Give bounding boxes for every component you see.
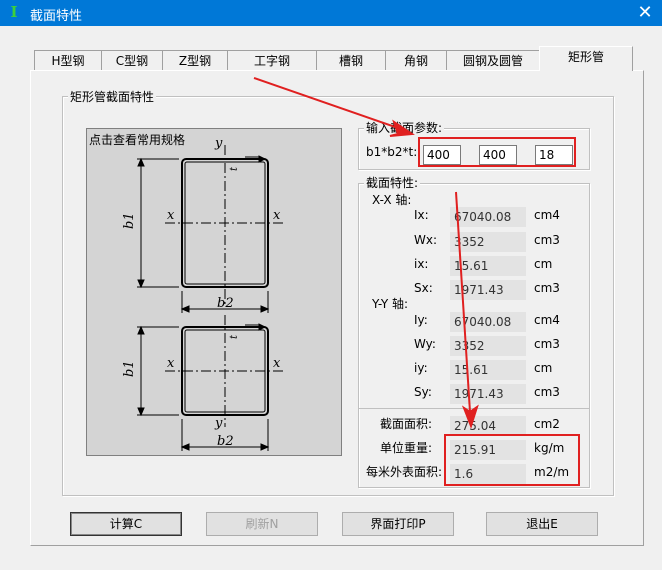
props-divider — [359, 408, 589, 409]
dim-t-bottom: t — [229, 334, 240, 339]
tab-c-steel[interactable]: C型钢 — [101, 50, 163, 70]
b1b2t-label: b1*b2*t: — [366, 145, 418, 159]
ix-label: Ix: — [414, 208, 429, 222]
dim-b2-top: b2 — [217, 296, 234, 311]
area-unit: cm2 — [534, 417, 560, 431]
sx-unit: cm3 — [534, 281, 560, 295]
app-icon: I — [10, 3, 18, 21]
ix-value: 67040.08 — [450, 207, 526, 227]
iy-value: 67040.08 — [450, 312, 526, 332]
section-props-title: 截面特性: — [364, 176, 421, 190]
print-button[interactable]: 界面打印P — [342, 512, 454, 536]
wx-unit: cm3 — [534, 233, 560, 247]
sy-label: Sy: — [414, 385, 432, 399]
axis-y-top: y — [214, 136, 223, 151]
wx-label: Wx: — [414, 233, 438, 247]
ix-unit: cm4 — [534, 208, 560, 222]
tab-rect-tube[interactable]: 矩形管 — [539, 46, 633, 71]
area-label: 截面面积: — [380, 417, 433, 431]
window-title: 截面特性 — [30, 9, 83, 24]
section-figure[interactable]: 点击查看常用规格 y x x b1 b2 t x x b1 y b2 t — [86, 128, 342, 456]
yy-axis-label: Y-Y 轴: — [372, 297, 409, 311]
sx-value: 1971.43 — [450, 280, 526, 300]
area-value: 275.04 — [450, 416, 526, 436]
close-button[interactable]: ✕ — [634, 3, 656, 23]
surface-label: 每米外表面积: — [366, 465, 443, 479]
iy-radius-label: iy: — [414, 361, 428, 375]
annotation-box-input — [418, 137, 576, 167]
tab-z-steel[interactable]: Z型钢 — [162, 50, 228, 70]
wy-unit: cm3 — [534, 337, 560, 351]
axis-y-bottom: y — [214, 416, 223, 431]
iy-unit: cm4 — [534, 313, 560, 327]
dim-b1-top: b1 — [122, 212, 137, 229]
axis-x-right: x — [273, 208, 281, 223]
annotation-box-result — [444, 434, 580, 486]
tab-round[interactable]: 圆钢及圆管 — [446, 50, 540, 70]
axis-x-right-2: x — [273, 356, 281, 371]
dim-b2-bottom: b2 — [217, 434, 234, 449]
sy-value: 1971.43 — [450, 384, 526, 404]
ix-radius-label: ix: — [414, 257, 429, 271]
exit-button[interactable]: 退出E — [486, 512, 598, 536]
axis-x-left-2: x — [167, 356, 175, 371]
section-drawing: y x x b1 b2 t x x b1 y b2 t — [122, 136, 283, 451]
input-params-title: 输入截面参数: — [364, 121, 445, 135]
ix-radius-value: 15.61 — [450, 256, 526, 276]
iy-radius-value: 15.61 — [450, 360, 526, 380]
tab-i-beam[interactable]: 工字钢 — [227, 50, 317, 70]
refresh-button[interactable]: 刷新N — [206, 512, 318, 536]
iy-label: Iy: — [414, 313, 428, 327]
ix-radius-unit: cm — [534, 257, 553, 271]
iy-radius-unit: cm — [534, 361, 553, 375]
dim-t-top: t — [229, 166, 240, 171]
sx-label: Sx: — [414, 281, 433, 295]
tab-angle[interactable]: 角钢 — [385, 50, 447, 70]
weight-label: 单位重量: — [380, 441, 433, 455]
calculate-button[interactable]: 计算C — [70, 512, 182, 536]
wy-value: 3352 — [450, 336, 526, 356]
tab-channel[interactable]: 槽钢 — [316, 50, 386, 70]
dim-b1-bottom: b1 — [122, 360, 137, 377]
wy-label: Wy: — [414, 337, 436, 351]
axis-x-left: x — [167, 208, 175, 223]
sy-unit: cm3 — [534, 385, 560, 399]
title-bar: I 截面特性 ✕ — [0, 0, 662, 26]
tab-h-steel[interactable]: H型钢 — [34, 50, 102, 70]
main-group-title: 矩形管截面特性 — [68, 90, 157, 104]
wx-value: 3352 — [450, 232, 526, 252]
xx-axis-label: X-X 轴: — [372, 193, 412, 207]
